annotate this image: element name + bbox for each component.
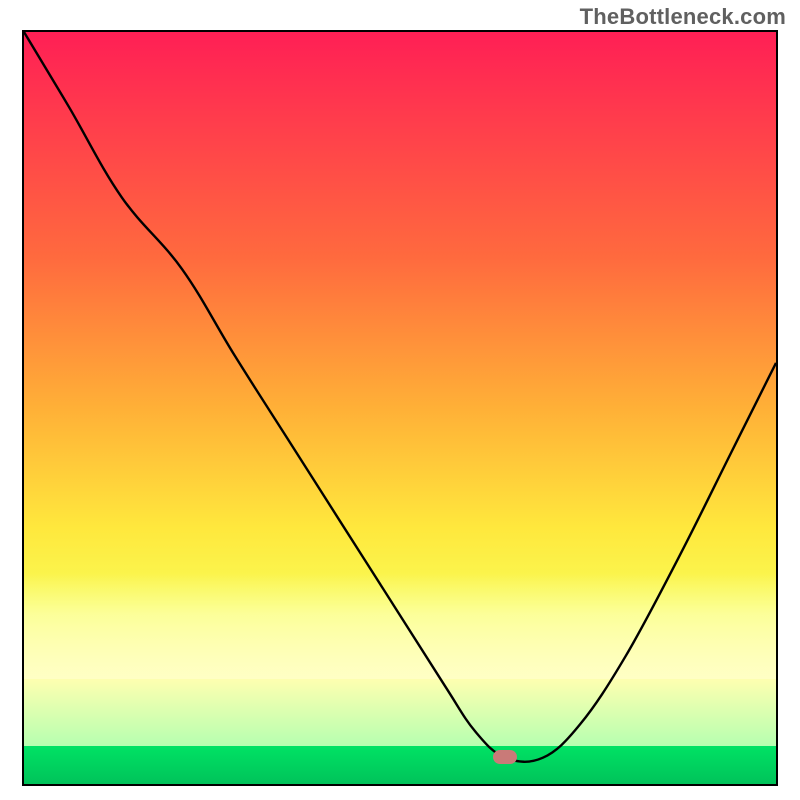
marker-point (493, 750, 517, 764)
plot-frame (22, 30, 778, 786)
watermark-text: TheBottleneck.com (580, 4, 786, 30)
curve-path (24, 32, 776, 762)
bottleneck-curve (24, 32, 776, 784)
